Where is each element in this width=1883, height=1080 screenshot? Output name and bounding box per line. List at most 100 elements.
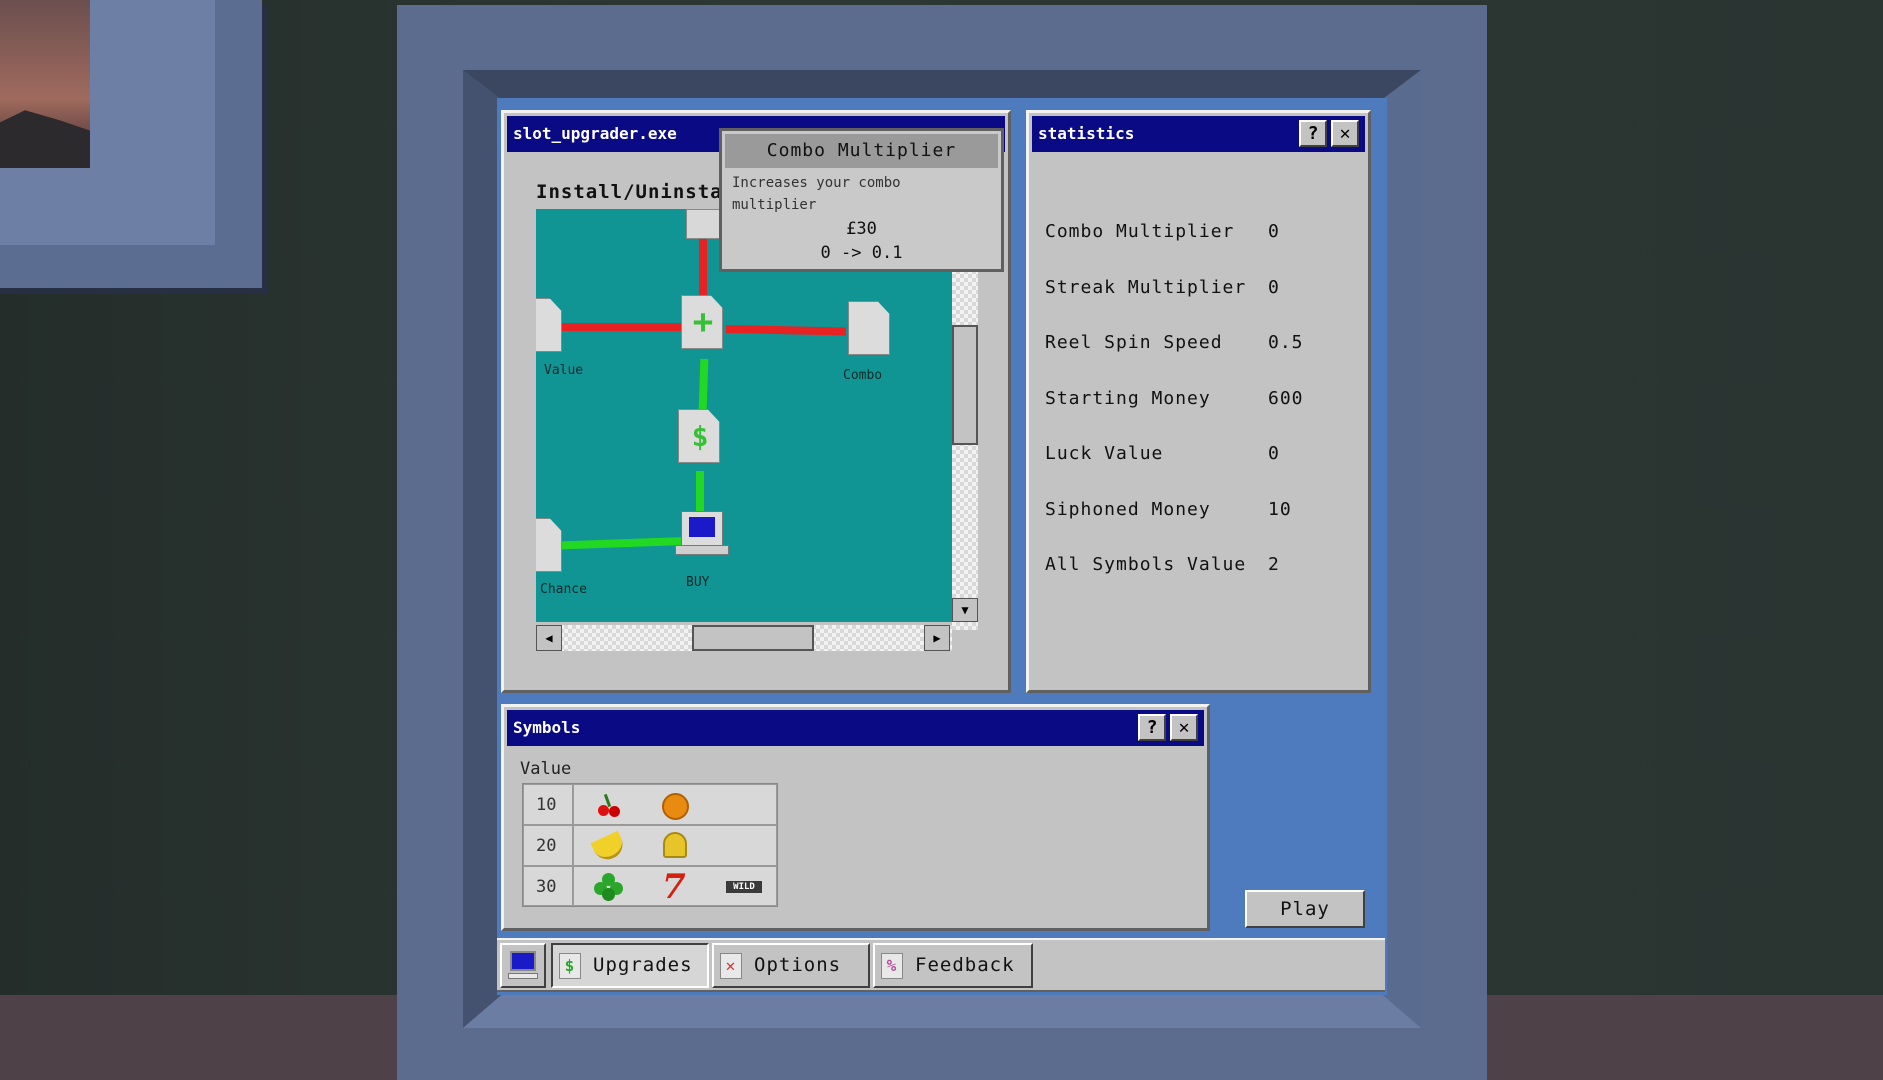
start-button[interactable] (500, 943, 546, 988)
node-combo-multiplier[interactable]: + (681, 295, 723, 349)
tooltip-desc-2: multiplier (732, 197, 817, 213)
clover-icon (594, 873, 624, 901)
tooltip-desc-1: Increases your combo (732, 175, 901, 191)
picture-mat (0, 0, 215, 245)
tab-upgrades-label: Upgrades (593, 954, 693, 976)
statistics-titlebar[interactable]: statistics ? ✕ (1032, 116, 1365, 152)
node-chance-label: Chance (540, 582, 587, 597)
stat-label: All Symbols Value (1045, 554, 1247, 575)
symbols-help-button[interactable]: ? (1138, 714, 1166, 741)
symbol-value: 10 (536, 795, 557, 815)
tab-feedback-label: Feedback (915, 954, 1015, 976)
scroll-down-arrow[interactable]: ▼ (952, 598, 978, 622)
seven-icon: 7 (662, 867, 686, 907)
node-combo-label: Combo (843, 368, 883, 383)
tooltip-title: Combo Multiplier (725, 134, 998, 168)
stat-label: Starting Money (1045, 388, 1211, 409)
statistics-help-button[interactable]: ? (1299, 120, 1327, 147)
dollar-icon: $ (559, 953, 581, 979)
stat-value: 10 (1268, 499, 1292, 520)
stat-label: Combo Multiplier (1045, 221, 1235, 242)
statistics-window: statistics ? ✕ Combo Multiplier 0 Streak … (1026, 110, 1371, 693)
cherry-right (609, 806, 620, 817)
vertical-scroll-thumb[interactable] (952, 325, 978, 445)
tab-options-label: Options (754, 954, 842, 976)
stat-label: Reel Spin Speed (1045, 332, 1223, 353)
symbol-row-icons (573, 825, 777, 866)
banana-icon (590, 830, 628, 865)
upgrader-subtitle: Install/Uninstal (536, 181, 736, 203)
symbols-titlebar[interactable]: Symbols ? ✕ (507, 710, 1204, 746)
upgrade-tooltip: Combo Multiplier Increases your combo mu… (719, 128, 1004, 272)
wall-picture-frame (0, 0, 262, 288)
link-red-right (725, 325, 847, 336)
stat-row: Reel Spin Speed 0.5 (1045, 332, 1303, 353)
symbol-row-icons (573, 784, 777, 825)
stat-row: Starting Money 600 (1045, 388, 1303, 409)
tab-feedback[interactable]: % Feedback (873, 943, 1033, 988)
statistics-title: statistics (1038, 124, 1135, 143)
scroll-left-arrow[interactable]: ◀ (536, 625, 562, 651)
computer-base (508, 973, 538, 979)
symbol-row-value: 20 (523, 825, 573, 866)
stat-label: Siphoned Money (1045, 499, 1211, 520)
node-combo[interactable] (848, 301, 890, 355)
symbols-window: Symbols ? ✕ Value 10 20 30 7 WILD (501, 704, 1210, 931)
clover-leaf (602, 888, 615, 901)
dollar-icon: $ (691, 420, 709, 453)
tooltip-change: 0 -> 0.1 (820, 243, 903, 263)
node-money[interactable]: $ (678, 409, 720, 463)
vertical-scrollbar[interactable] (952, 270, 978, 630)
stat-label: Luck Value (1045, 443, 1164, 464)
buy-computer-icon[interactable] (681, 511, 723, 547)
cherry-icon (596, 793, 622, 819)
bezel-right (1383, 70, 1421, 1028)
buy-computer-base (675, 545, 729, 555)
symbols-value-header: Value (520, 759, 572, 779)
stat-row: Luck Value 0 (1045, 443, 1279, 464)
node-locked[interactable] (686, 209, 722, 239)
scroll-right-arrow[interactable]: ▶ (924, 625, 950, 651)
stat-value: 600 (1268, 388, 1304, 409)
stat-row: Siphoned Money 10 (1045, 499, 1291, 520)
symbol-row-value: 10 (523, 784, 573, 825)
node-value[interactable] (536, 298, 562, 352)
bell-icon (663, 832, 687, 858)
statistics-close-button[interactable]: ✕ (1331, 120, 1359, 147)
stat-label: Streak Multiplier (1045, 277, 1247, 298)
options-icon: ✕ (720, 953, 742, 979)
symbols-title: Symbols (513, 718, 581, 737)
symbol-value: 30 (536, 877, 557, 897)
buy-label: BUY (686, 575, 710, 590)
symbol-row-value: 30 (523, 866, 573, 906)
stat-row: Combo Multiplier 0 (1045, 221, 1279, 242)
tooltip-price: £30 (846, 219, 877, 239)
stat-value: 0.5 (1268, 332, 1304, 353)
symbol-value: 20 (536, 836, 557, 856)
computer-icon (510, 951, 536, 971)
orange-icon (662, 793, 689, 820)
play-button[interactable]: Play (1245, 890, 1365, 928)
feedback-icon: % (881, 953, 903, 979)
stat-value: 2 (1268, 554, 1280, 575)
stat-row: Streak Multiplier 0 (1045, 277, 1279, 298)
stat-value: 0 (1268, 443, 1280, 464)
node-chance[interactable] (536, 518, 562, 572)
bezel-top (463, 70, 1421, 100)
horizontal-scroll-thumb[interactable] (692, 625, 814, 651)
link-green-left (545, 537, 687, 550)
stat-value: 0 (1268, 277, 1280, 298)
tab-upgrades[interactable]: $ Upgrades (551, 943, 709, 988)
node-value-label: Value (544, 363, 584, 378)
symbols-table: 10 20 30 7 WILD (522, 783, 778, 907)
upgrader-title: slot_upgrader.exe (513, 124, 677, 143)
symbol-row-icons: 7 WILD (573, 866, 777, 907)
plus-icon: + (692, 302, 714, 342)
stat-row: All Symbols Value 2 (1045, 554, 1279, 575)
symbols-close-button[interactable]: ✕ (1170, 714, 1198, 741)
bezel-bottom (463, 995, 1421, 1028)
wild-icon: WILD (726, 881, 762, 893)
tab-options[interactable]: ✕ Options (712, 943, 870, 988)
buy-computer-screen (689, 517, 715, 537)
bezel-left (463, 70, 501, 1028)
